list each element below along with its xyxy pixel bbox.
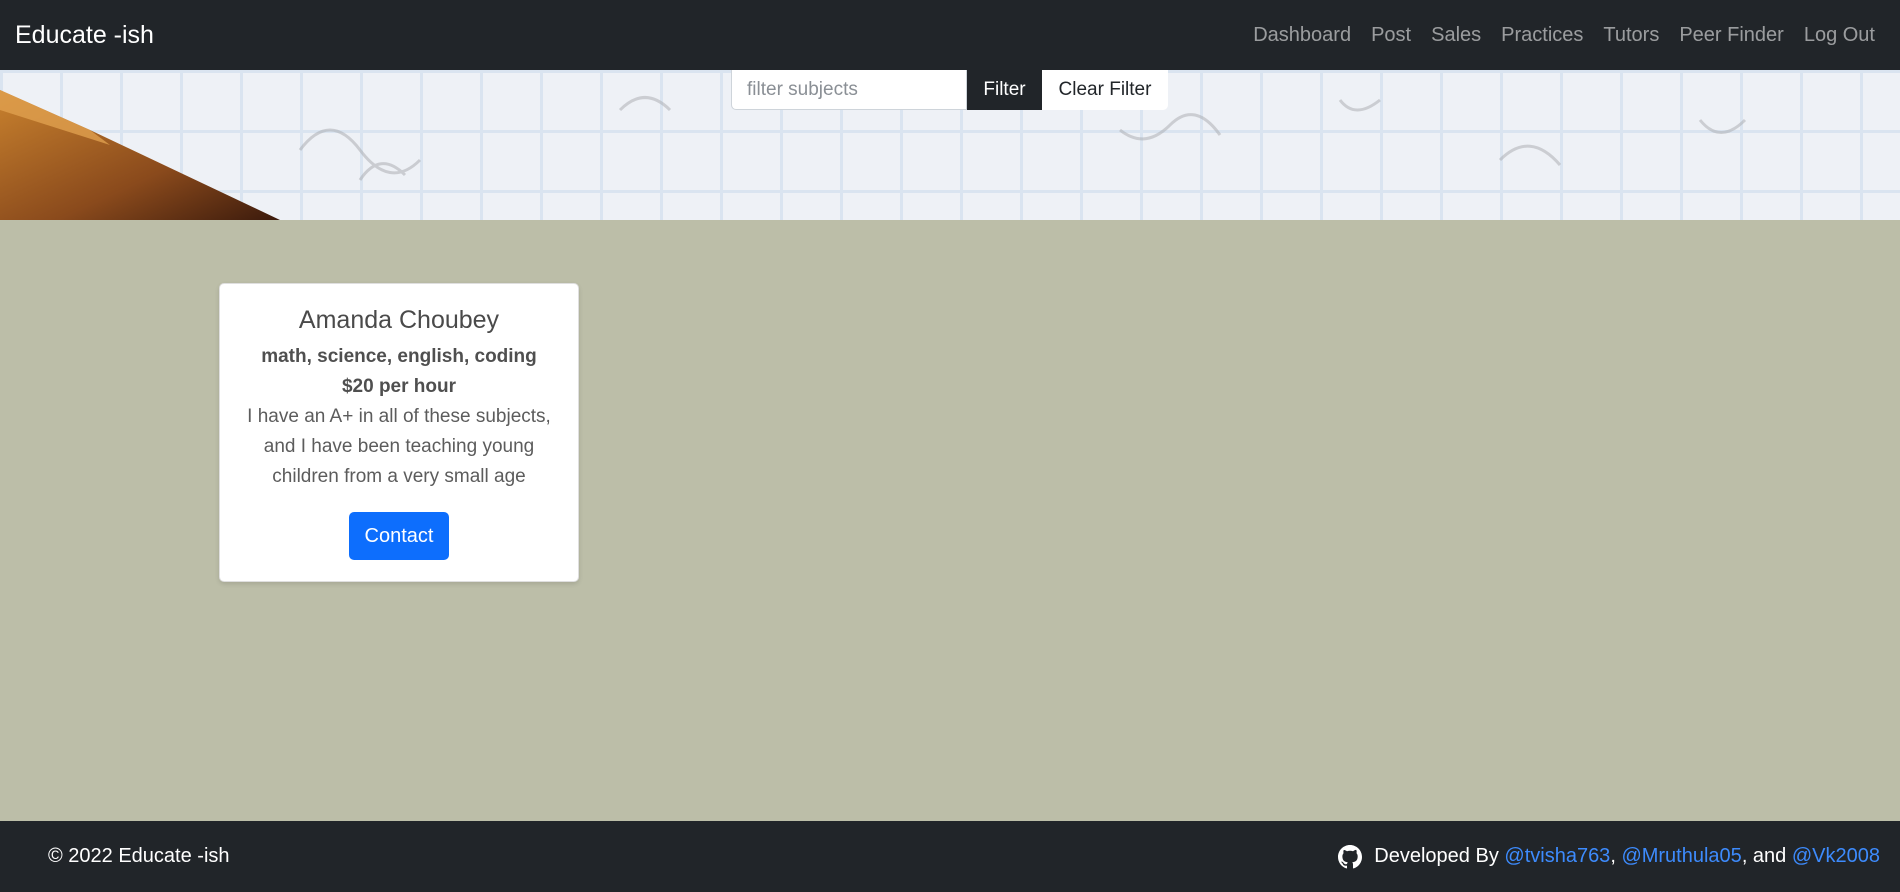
nav-link-log-out[interactable]: Log Out <box>1794 24 1885 47</box>
dev-link-mruthula05[interactable]: @Mruthula05 <box>1621 845 1741 868</box>
dev-link-vk2008[interactable]: @Vk2008 <box>1792 845 1880 868</box>
footer-copyright: © 2022 Educate -ish <box>48 845 230 867</box>
filter-button[interactable]: Filter <box>967 70 1042 110</box>
navbar: Educate -ish Dashboard Post Sales Practi… <box>0 0 1900 70</box>
hero-banner: Filter Clear Filter <box>0 70 1900 220</box>
nav-links: Dashboard Post Sales Practices Tutors Pe… <box>1243 24 1885 47</box>
nav-link-practices[interactable]: Practices <box>1491 24 1593 47</box>
tutor-rate: $20 per hour <box>341 376 457 397</box>
tutor-subjects: math, science, english, coding <box>261 346 537 367</box>
separator-and: , and <box>1741 845 1787 867</box>
tutor-name: Amanda Choubey <box>298 306 500 334</box>
github-icon[interactable] <box>1338 844 1363 869</box>
brand-logo[interactable]: Educate -ish <box>15 21 154 50</box>
clear-filter-button[interactable]: Clear Filter <box>1042 70 1168 110</box>
nav-link-sales[interactable]: Sales <box>1421 24 1491 47</box>
developed-by-label: Developed By <box>1374 845 1499 867</box>
dev-link-tvisha763[interactable]: @tvisha763 <box>1504 845 1610 868</box>
footer-credits: Developed By @tvisha763, @Mruthula05, an… <box>1338 844 1880 869</box>
tutor-card: Amanda Choubey math, science, english, c… <box>219 283 579 582</box>
main-content: Amanda Choubey math, science, english, c… <box>0 220 1900 821</box>
nav-link-dashboard[interactable]: Dashboard <box>1243 24 1361 47</box>
separator-comma: , <box>1610 845 1616 867</box>
nav-link-peer-finder[interactable]: Peer Finder <box>1669 24 1794 47</box>
tutor-bio: I have an A+ in all of these subjects, a… <box>247 406 551 487</box>
contact-button[interactable]: Contact <box>348 512 450 560</box>
nav-link-post[interactable]: Post <box>1361 24 1421 47</box>
filter-bar: Filter Clear Filter <box>731 70 1168 110</box>
nav-link-tutors[interactable]: Tutors <box>1593 24 1669 47</box>
footer: © 2022 Educate -ish Developed By @tvisha… <box>0 821 1900 892</box>
filter-subjects-input[interactable] <box>731 70 967 110</box>
